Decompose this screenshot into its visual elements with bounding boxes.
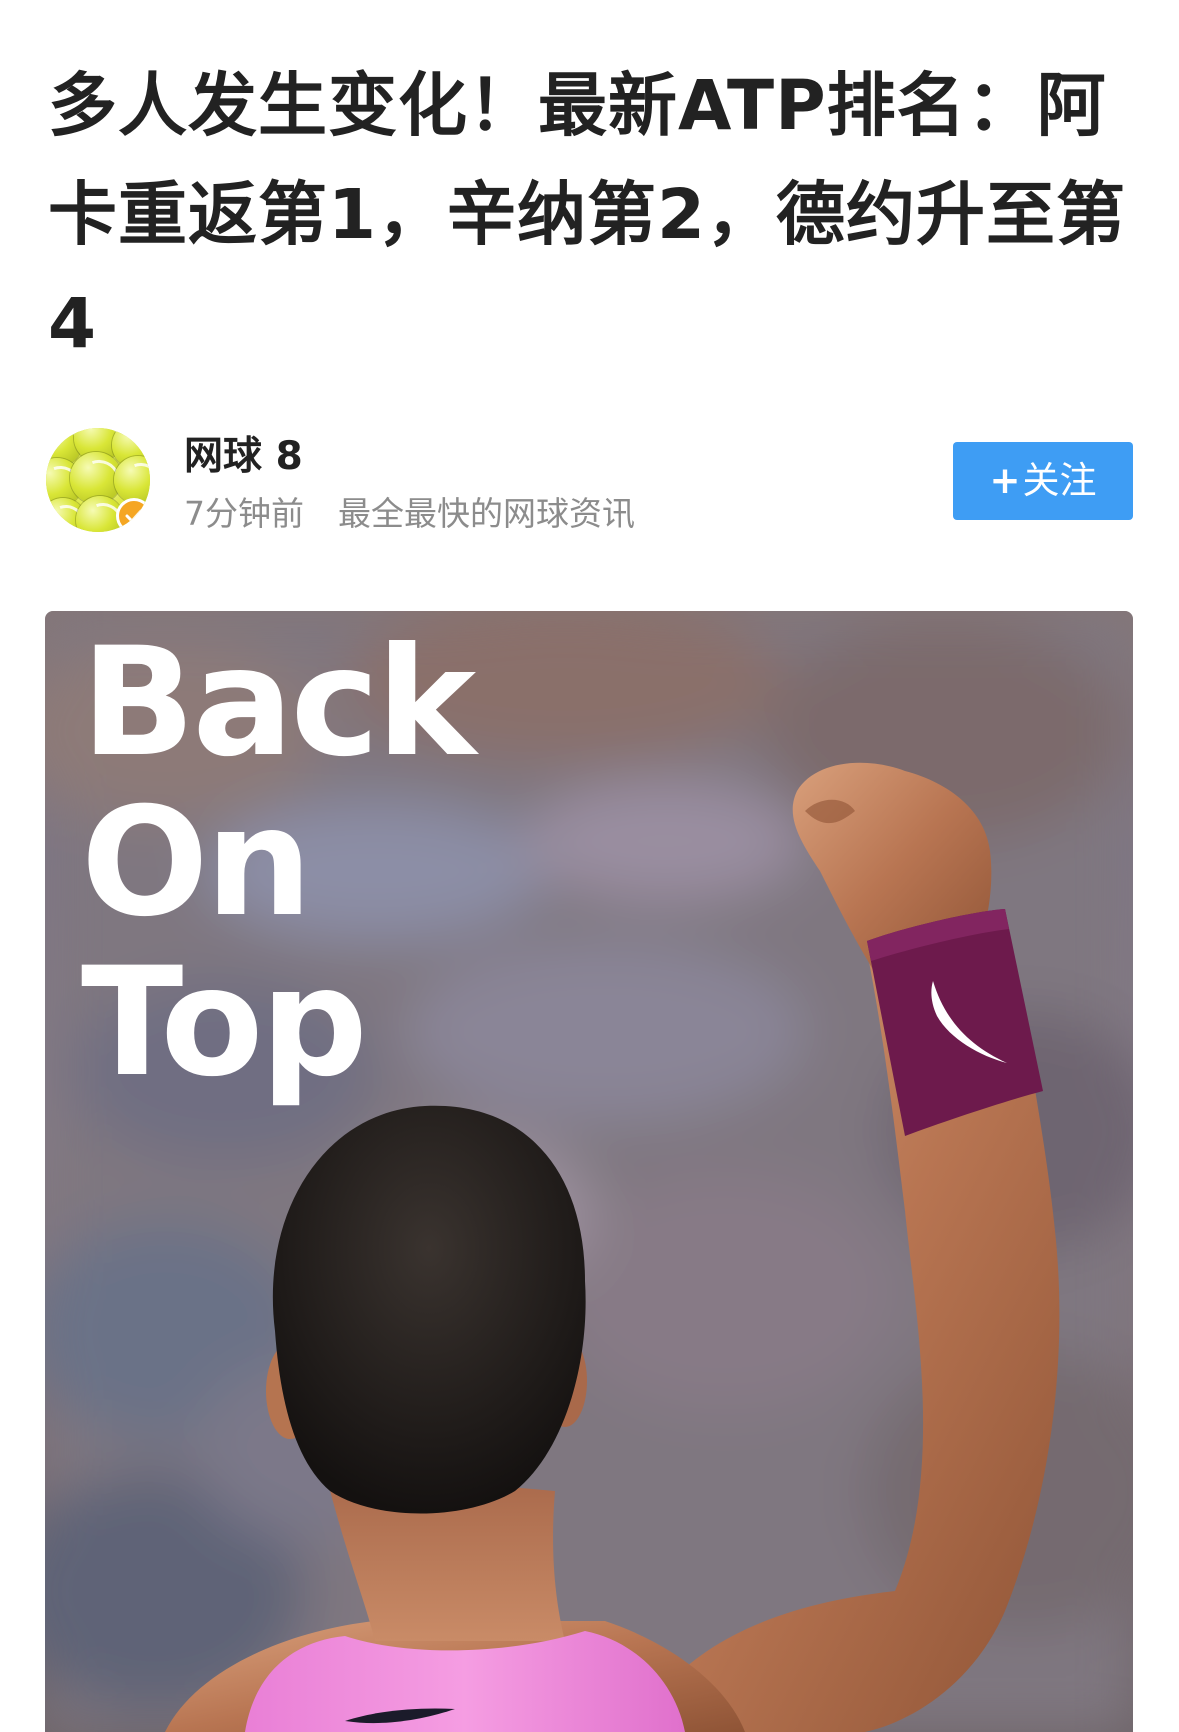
author-name[interactable]: 网球 8 bbox=[184, 432, 303, 482]
author-avatar[interactable] bbox=[46, 428, 150, 532]
hero-text-line-3: Top bbox=[81, 936, 368, 1110]
author-meta: 7分钟前 最全最快的网球资讯 bbox=[184, 492, 635, 536]
tennis-ball-icon bbox=[114, 456, 150, 504]
hero-image[interactable]: Back On Top bbox=[45, 611, 1133, 1732]
hero-text-line-1: Back bbox=[81, 616, 476, 790]
author-row: 网球 8 7分钟前 最全最快的网球资讯 +关注 bbox=[46, 428, 1133, 540]
verified-badge-icon bbox=[116, 498, 150, 532]
article-title: 多人发生变化！最新ATP排名：阿卡重返第1，辛纳第2，德约升至第4 bbox=[48, 66, 1127, 364]
publish-time: 7分钟前 bbox=[184, 494, 304, 533]
follow-button[interactable]: +关注 bbox=[953, 442, 1133, 520]
author-description: 最全最快的网球资讯 bbox=[338, 494, 635, 533]
hero-text-line-2: On bbox=[81, 776, 312, 950]
follow-label: 关注 bbox=[1022, 459, 1097, 502]
plus-icon: + bbox=[989, 459, 1021, 502]
